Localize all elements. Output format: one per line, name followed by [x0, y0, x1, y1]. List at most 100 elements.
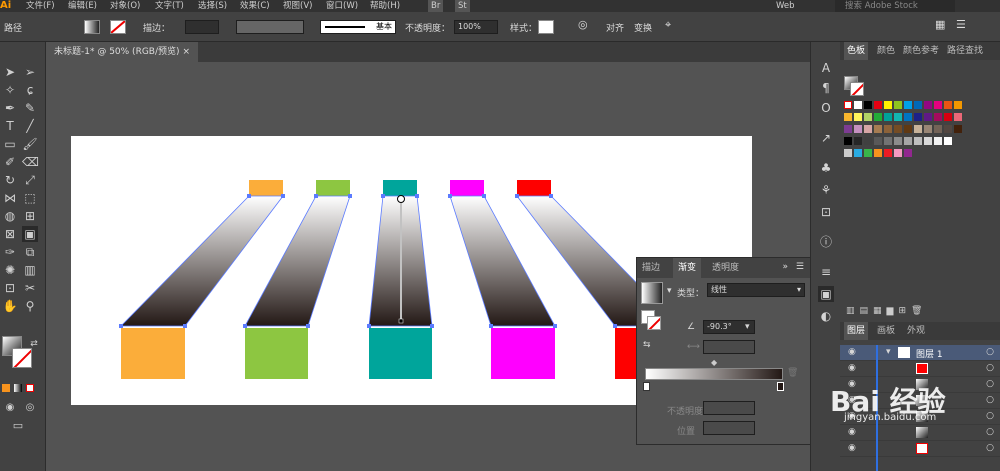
- menu-effect[interactable]: 效果(C): [240, 0, 270, 12]
- swatch[interactable]: [954, 113, 962, 121]
- swatch[interactable]: [894, 137, 902, 145]
- line-tool-icon[interactable]: ╱: [22, 118, 38, 134]
- gradient-slider[interactable]: [645, 368, 783, 380]
- align-button[interactable]: 对齐: [606, 21, 624, 34]
- swatch[interactable]: [924, 125, 932, 133]
- stock-button[interactable]: St: [455, 0, 470, 12]
- draw-behind-icon[interactable]: ◎: [22, 400, 38, 416]
- symbol-sprayer-tool-icon[interactable]: ✺: [2, 262, 18, 278]
- swatch[interactable]: [904, 113, 912, 121]
- eraser-tool-icon[interactable]: ⌫: [22, 154, 39, 170]
- gradient-type-select[interactable]: 线性 ▾: [707, 283, 805, 297]
- rotate-tool-icon[interactable]: ↻: [2, 172, 18, 188]
- graphic-style-swatch[interactable]: [538, 20, 554, 34]
- swatch[interactable]: [914, 137, 922, 145]
- swatch[interactable]: [854, 113, 862, 121]
- zoom-tool-icon[interactable]: ⚲: [22, 298, 38, 314]
- graphic-styles-icon[interactable]: ⚘: [818, 182, 834, 198]
- menu-view[interactable]: 视图(V): [283, 0, 312, 12]
- target-icon[interactable]: ○: [986, 395, 994, 405]
- swatch[interactable]: [934, 101, 942, 109]
- swatch-grid[interactable]: [844, 101, 974, 159]
- visibility-eye-icon[interactable]: ◉: [848, 443, 856, 453]
- swatch[interactable]: [914, 101, 922, 109]
- none-mode-icon[interactable]: [26, 384, 34, 392]
- swatch[interactable]: [944, 137, 952, 145]
- draw-mode-icon[interactable]: ◉: [2, 400, 18, 416]
- swatch-library-icon[interactable]: ▥: [846, 306, 860, 316]
- screen-mode-icon[interactable]: ▭: [10, 418, 26, 434]
- swatch[interactable]: [874, 125, 882, 133]
- swatch[interactable]: [934, 125, 942, 133]
- menu-select[interactable]: 选择(S): [198, 0, 227, 12]
- tab-layers[interactable]: 图层: [844, 322, 869, 340]
- swap-colors-icon[interactable]: ⇄: [26, 336, 42, 352]
- swatch[interactable]: [904, 125, 912, 133]
- swatch[interactable]: [944, 125, 952, 133]
- swatch[interactable]: [904, 101, 912, 109]
- opentype-icon[interactable]: O: [818, 100, 834, 116]
- gradient-tool-icon[interactable]: ▣: [22, 226, 38, 242]
- stroke-weight-field[interactable]: [185, 20, 219, 34]
- swatch[interactable]: [854, 101, 862, 109]
- menu-type[interactable]: 文字(T): [155, 0, 184, 12]
- swatch[interactable]: [874, 113, 882, 121]
- rectangle-tool-icon[interactable]: ▭: [2, 136, 18, 152]
- tab-gradient[interactable]: 渐变: [673, 258, 702, 278]
- curvature-tool-icon[interactable]: ✎: [22, 100, 38, 116]
- gradient-stroke-icon[interactable]: [647, 316, 661, 330]
- swatch[interactable]: [904, 149, 912, 157]
- swatch[interactable]: [854, 137, 862, 145]
- swatch[interactable]: [874, 149, 882, 157]
- tab-appearance[interactable]: 外观: [904, 322, 928, 340]
- swatch[interactable]: [874, 101, 882, 109]
- collapse-icon[interactable]: »: [782, 262, 788, 272]
- swatch[interactable]: [884, 113, 892, 121]
- swatch[interactable]: [844, 149, 852, 157]
- width-tool-icon[interactable]: ⋈: [2, 190, 18, 206]
- graph-tool-icon[interactable]: ▥: [22, 262, 38, 278]
- type-tool-icon[interactable]: T: [2, 118, 18, 134]
- swatch[interactable]: [914, 125, 922, 133]
- swatch[interactable]: [874, 137, 882, 145]
- swatch[interactable]: [864, 113, 872, 121]
- swatch[interactable]: [884, 101, 892, 109]
- target-icon[interactable]: ○: [986, 347, 994, 357]
- new-group-icon[interactable]: ▆: [887, 306, 899, 316]
- swatch[interactable]: [844, 125, 852, 133]
- tab-stroke[interactable]: 描边: [637, 258, 666, 278]
- document-tab[interactable]: 未标题-1* @ 50% (RGB/预览) ×: [46, 42, 198, 62]
- artboard-tool-icon[interactable]: ⊡: [2, 280, 18, 296]
- paragraph-icon[interactable]: ¶: [818, 80, 834, 96]
- swatch[interactable]: [884, 149, 892, 157]
- visibility-eye-icon[interactable]: ◉: [848, 363, 856, 373]
- swatch[interactable]: [924, 137, 932, 145]
- eyedropper-tool-icon[interactable]: ✑: [2, 244, 18, 260]
- scale-tool-icon[interactable]: ⤢: [22, 172, 38, 188]
- panel-menu-icon[interactable]: ☰: [956, 18, 966, 31]
- target-icon[interactable]: ○: [986, 427, 994, 437]
- symbols-icon[interactable]: ♣: [818, 160, 834, 176]
- visibility-eye-icon[interactable]: ◉: [848, 427, 856, 437]
- midpoint-icon[interactable]: ◆: [711, 358, 717, 367]
- reverse-gradient-icon[interactable]: ⇆: [643, 340, 651, 350]
- shaper-tool-icon[interactable]: ✐: [2, 154, 18, 170]
- transparency-icon[interactable]: ◐: [818, 308, 834, 324]
- swatch[interactable]: [844, 137, 852, 145]
- selection-tool-icon[interactable]: ➤: [2, 64, 18, 80]
- target-icon[interactable]: ○: [986, 443, 994, 453]
- isolate-icon[interactable]: ⌖: [665, 18, 671, 32]
- angle-dropdown-icon[interactable]: ▾: [745, 322, 750, 332]
- brush-style-field[interactable]: 基本: [320, 20, 396, 34]
- tab-color[interactable]: 颜色: [874, 42, 898, 60]
- fill-swatch[interactable]: [84, 20, 100, 34]
- swatch[interactable]: [854, 149, 862, 157]
- tab-pathfinder[interactable]: 路径查找: [944, 42, 986, 60]
- menu-help[interactable]: 帮助(H): [370, 0, 400, 12]
- sublayer-row[interactable]: ◉ ○: [840, 361, 1000, 377]
- swatch[interactable]: [894, 113, 902, 121]
- align-icon[interactable]: ≡: [818, 264, 834, 280]
- character-icon[interactable]: A: [818, 60, 834, 76]
- delete-stop-icon[interactable]: 🗑: [787, 368, 798, 378]
- stop-location-input[interactable]: [703, 421, 755, 435]
